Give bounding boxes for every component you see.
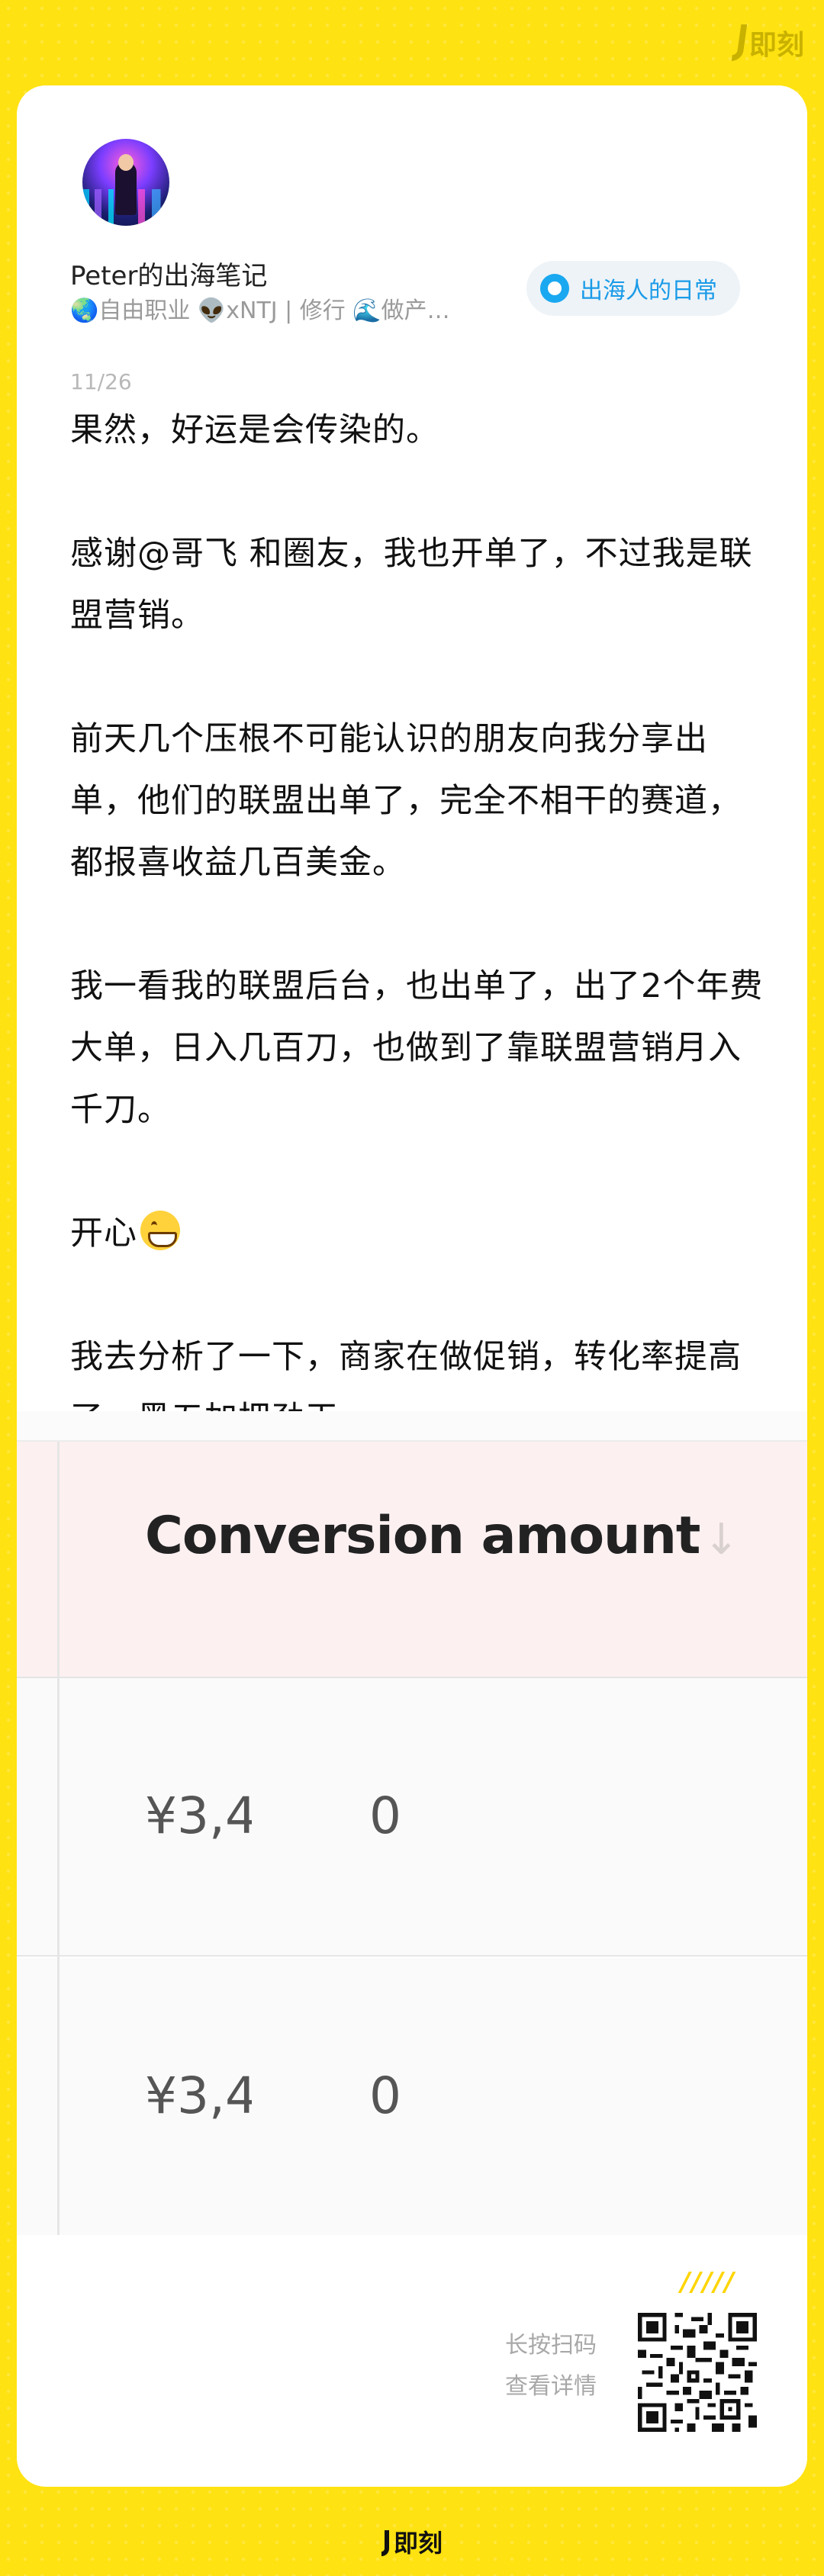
grin-emoji-icon: [140, 1211, 180, 1250]
author-name[interactable]: Peter的出海笔记: [70, 255, 267, 292]
happy-text: 开心: [70, 1214, 137, 1253]
post-paragraph: 前天几个压根不可能认识的朋友向我分享出单，他们的联盟出单了，完全不相干的赛道，都…: [70, 720, 742, 882]
post-date: 11/26: [70, 369, 132, 394]
row-value: 0: [369, 1786, 401, 1845]
jike-logo-top: 即刻: [731, 23, 804, 63]
screenshot-top-band: [17, 1411, 807, 1442]
arrow-down-icon: ↓: [703, 1515, 739, 1565]
row-value: 0: [369, 2066, 401, 2125]
avatar[interactable]: [82, 139, 169, 226]
post-card: Peter的出海笔记 🌏自由职业 👽xNTJ | 修行 🌊做产… 出海人的日常 …: [17, 85, 807, 2487]
scan-hint-line1: 长按扫码: [505, 2332, 597, 2359]
circle-badge-label: 出海人的日常: [580, 278, 717, 304]
footer-stripes: /////: [681, 2267, 736, 2298]
scan-hint-line2: 查看详情: [505, 2373, 597, 2400]
circle-dot-icon: [540, 274, 569, 303]
row-amount: ¥3,4: [145, 1786, 252, 1845]
qr-code-icon[interactable]: [638, 2313, 757, 2432]
post-paragraph: 我一看我的联盟后台，也出单了，出了2个年费大单，日入几百刀，也做到了靠联盟营销月…: [70, 967, 764, 1129]
post-body: 果然，好运是会传染的。 感谢@哥飞 和圈友，我也开单了，不过我是联盟营销。 前天…: [70, 400, 772, 1450]
table-row: ¥3,4 0: [17, 1678, 807, 1957]
table-divider: [57, 1442, 60, 2235]
scan-hint: 长按扫码 查看详情: [505, 2325, 597, 2407]
row-amount: ¥3,4: [145, 2066, 252, 2125]
author-tags: 🌏自由职业 👽xNTJ | 修行 🌊做产…: [70, 297, 450, 324]
table-row: ¥3,4 0: [17, 1958, 807, 2235]
jike-logo-text: 即刻: [748, 30, 804, 61]
avatar-head: [118, 154, 134, 171]
jike-mark-icon: [731, 24, 748, 61]
jike-logo-bottom-text: 即刻: [393, 2529, 443, 2558]
column-header-conversion-amount: Conversion amount: [145, 1506, 700, 1566]
post-paragraph-happy: 开心: [70, 1203, 772, 1265]
jike-mark-icon: [381, 2530, 389, 2556]
jike-logo-bottom: 即刻: [0, 2524, 824, 2559]
post-paragraph: 感谢@哥飞 和圈友，我也开单了，不过我是联盟营销。: [70, 535, 753, 635]
attached-screenshot[interactable]: Conversion amount ↓ ¥3,4 0 ¥3,4 0: [17, 1411, 807, 2235]
post-paragraph: 果然，好运是会传染的。: [70, 411, 439, 449]
circle-badge[interactable]: 出海人的日常: [526, 261, 740, 316]
